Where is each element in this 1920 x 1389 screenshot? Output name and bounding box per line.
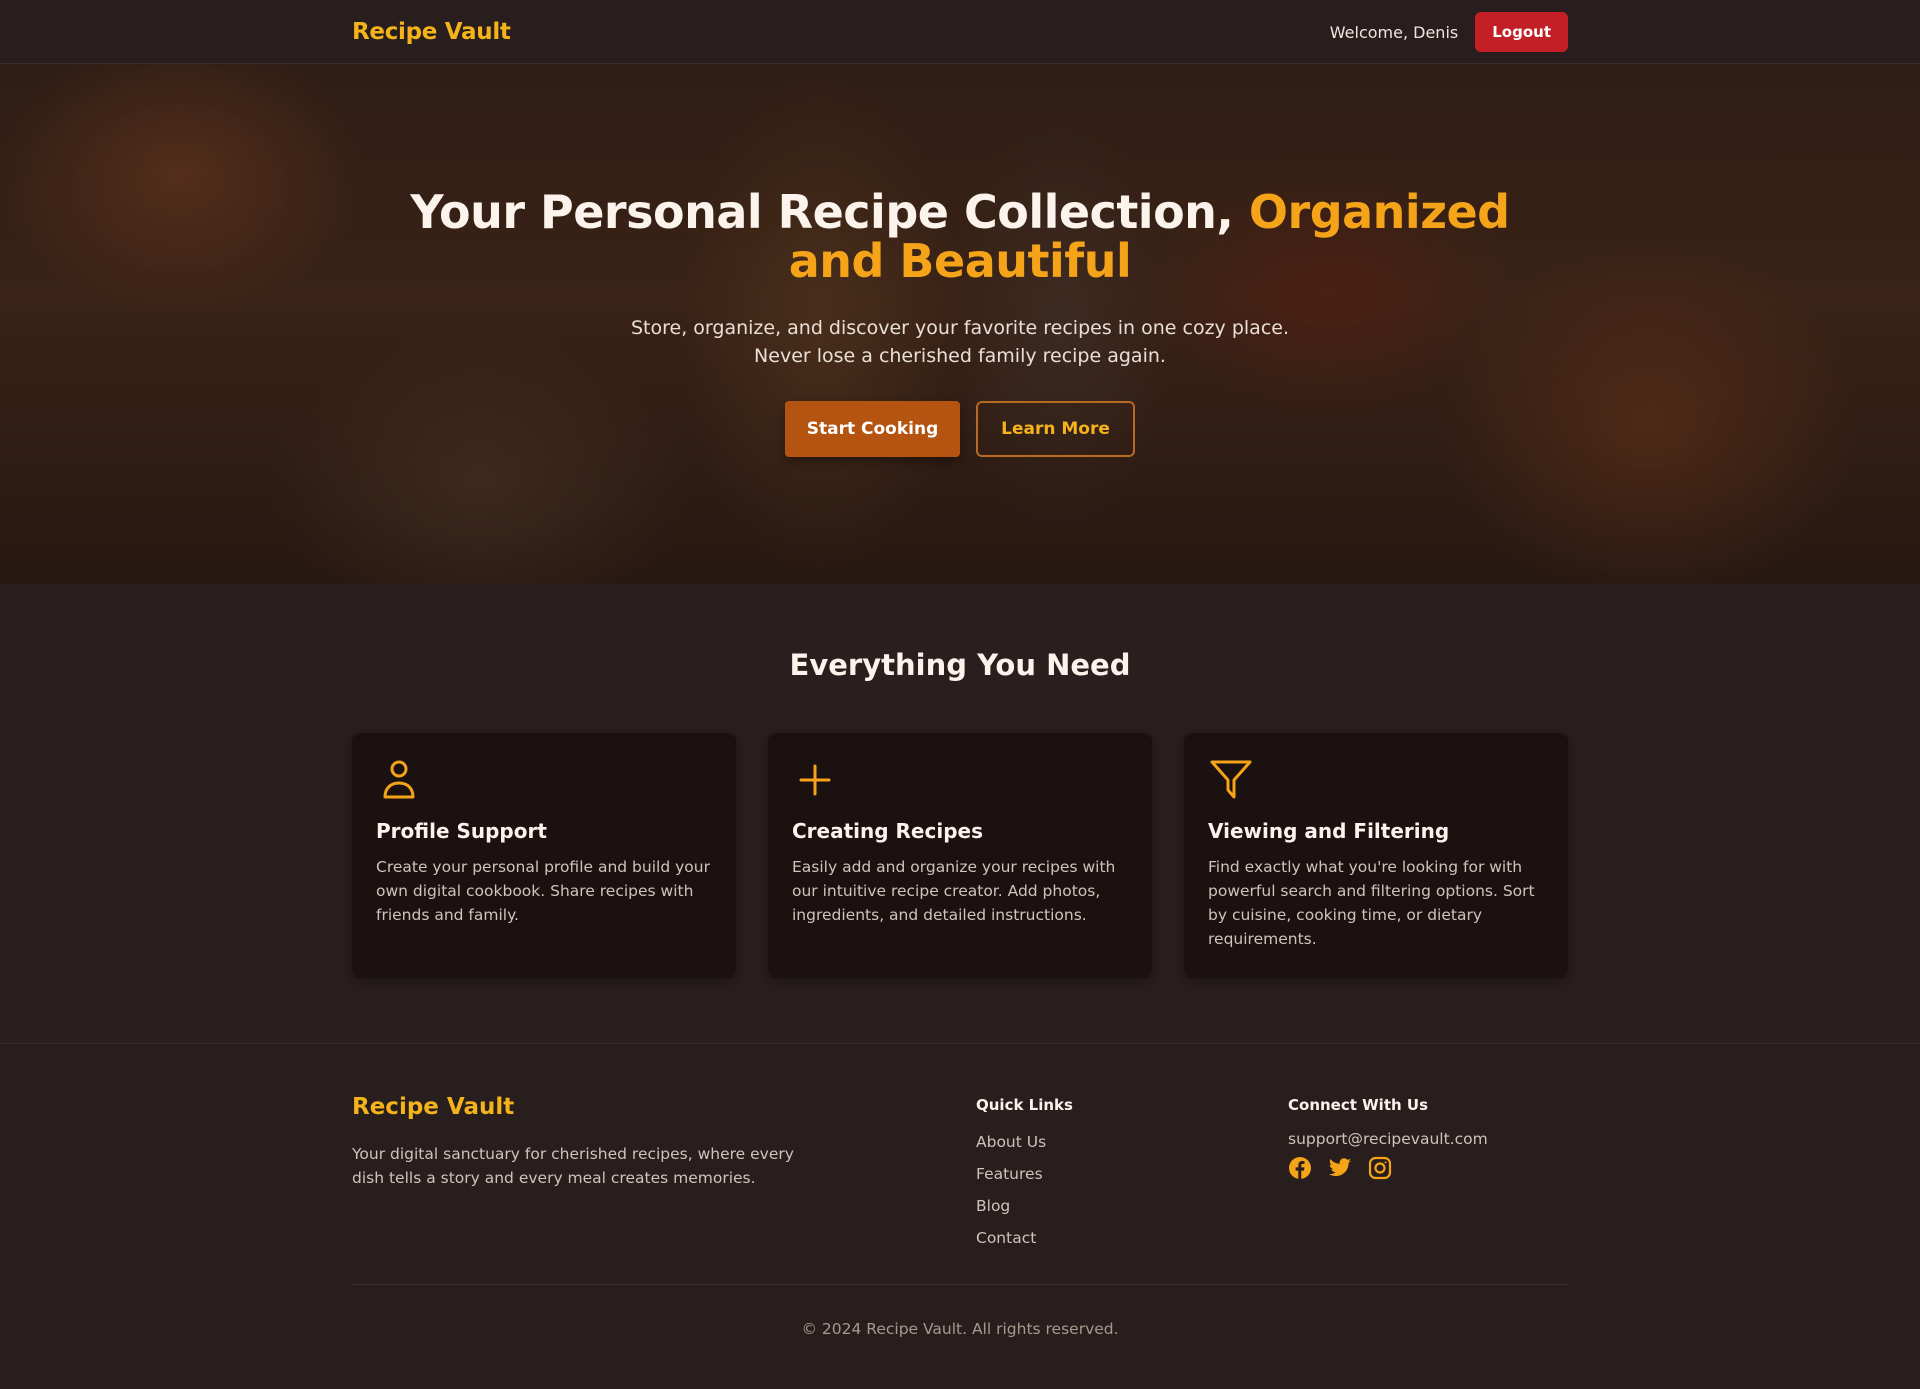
facebook-icon[interactable] bbox=[1288, 1156, 1312, 1180]
filter-icon bbox=[1210, 760, 1252, 799]
instagram-icon[interactable] bbox=[1368, 1156, 1392, 1180]
support-email-link[interactable]: support@recipevault.com bbox=[1288, 1130, 1488, 1148]
twitter-icon[interactable] bbox=[1328, 1156, 1352, 1180]
welcome-text: Welcome, Denis bbox=[1329, 22, 1459, 42]
feature-card-viewing: Viewing and Filtering Find exactly what … bbox=[1184, 733, 1568, 978]
feature-card-title: Viewing and Filtering bbox=[1208, 819, 1450, 843]
footer: Recipe Vault Your digital sanctuary for … bbox=[0, 1043, 1920, 1389]
quick-links-list: About Us Features Blog Contact bbox=[976, 1130, 1073, 1258]
feature-card-title: Profile Support bbox=[376, 819, 547, 843]
footer-tagline: Your digital sanctuary for cherished rec… bbox=[352, 1145, 794, 1187]
social-links bbox=[1288, 1156, 1488, 1180]
learn-more-button[interactable]: Learn More bbox=[976, 401, 1135, 457]
hero-buttons: Start Cooking Learn More bbox=[0, 401, 1920, 457]
top-nav: Recipe Vault Welcome, Denis Logout bbox=[0, 0, 1920, 64]
hero-subtitle: Store, organize, and discover your favor… bbox=[560, 314, 1360, 370]
connect-section: Connect With Us support@recipevault.com bbox=[1288, 1096, 1488, 1180]
feature-card-title: Creating Recipes bbox=[792, 819, 983, 843]
quick-links: Quick Links About Us Features Blog Conta… bbox=[976, 1096, 1073, 1258]
footer-divider bbox=[352, 1284, 1568, 1285]
start-cooking-button[interactable]: Start Cooking bbox=[785, 401, 960, 457]
copyright-text: © 2024 Recipe Vault. All rights reserved… bbox=[801, 1320, 1119, 1338]
hero-subtitle-line2: Never lose a cherished family recipe aga… bbox=[754, 345, 1166, 367]
footer-brand[interactable]: Recipe Vault bbox=[352, 1094, 514, 1120]
hero-title: Your Personal Recipe Collection, Organiz… bbox=[360, 188, 1560, 286]
feature-cards: Profile Support Create your personal pro… bbox=[352, 733, 1568, 978]
footer-link-contact[interactable]: Contact bbox=[976, 1226, 1073, 1258]
feature-card-desc: Find exactly what you're looking for wit… bbox=[1208, 858, 1535, 948]
hero-subtitle-line1: Store, organize, and discover your favor… bbox=[630, 317, 1289, 339]
footer-link-features[interactable]: Features bbox=[976, 1162, 1073, 1194]
features-title: Everything You Need bbox=[789, 648, 1131, 682]
hero-content: Your Personal Recipe Collection, Organiz… bbox=[0, 64, 1920, 584]
footer-link-about[interactable]: About Us bbox=[976, 1130, 1073, 1162]
user-icon bbox=[383, 760, 415, 799]
feature-card-desc: Create your personal profile and build y… bbox=[376, 858, 710, 924]
plus-icon bbox=[799, 764, 831, 796]
feature-card-creating: Creating Recipes Easily add and organize… bbox=[768, 733, 1152, 978]
feature-card-desc: Easily add and organize your recipes wit… bbox=[792, 858, 1116, 924]
hero-title-main: Your Personal Recipe Collection, bbox=[410, 185, 1249, 239]
feature-card-profile: Profile Support Create your personal pro… bbox=[352, 733, 736, 978]
connect-title: Connect With Us bbox=[1288, 1096, 1428, 1114]
brand-logo[interactable]: Recipe Vault bbox=[352, 19, 511, 45]
hero-section: Your Personal Recipe Collection, Organiz… bbox=[0, 64, 1920, 584]
nav-right: Welcome, Denis Logout bbox=[1330, 12, 1568, 52]
quick-links-title: Quick Links bbox=[976, 1096, 1073, 1114]
logout-button[interactable]: Logout bbox=[1475, 12, 1568, 52]
footer-link-blog[interactable]: Blog bbox=[976, 1194, 1073, 1226]
